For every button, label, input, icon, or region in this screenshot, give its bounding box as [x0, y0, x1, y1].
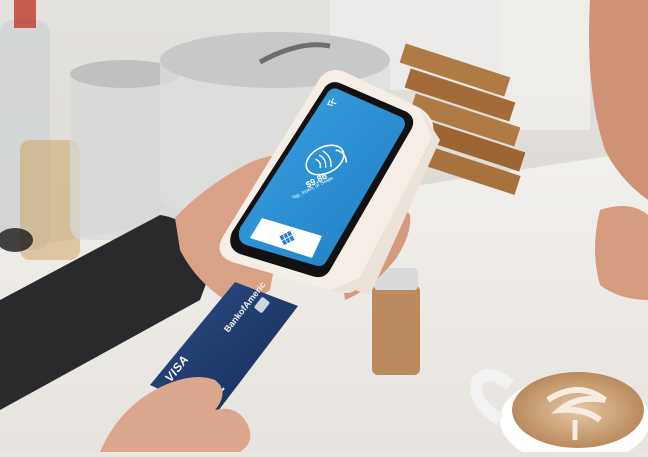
scene-illustration: [0, 0, 648, 457]
staff-hand: [595, 206, 648, 300]
bottle-cap: [14, 0, 36, 28]
window-panel: [500, 0, 590, 130]
spice-jar: [372, 285, 420, 375]
photo-scene: [0, 0, 648, 457]
